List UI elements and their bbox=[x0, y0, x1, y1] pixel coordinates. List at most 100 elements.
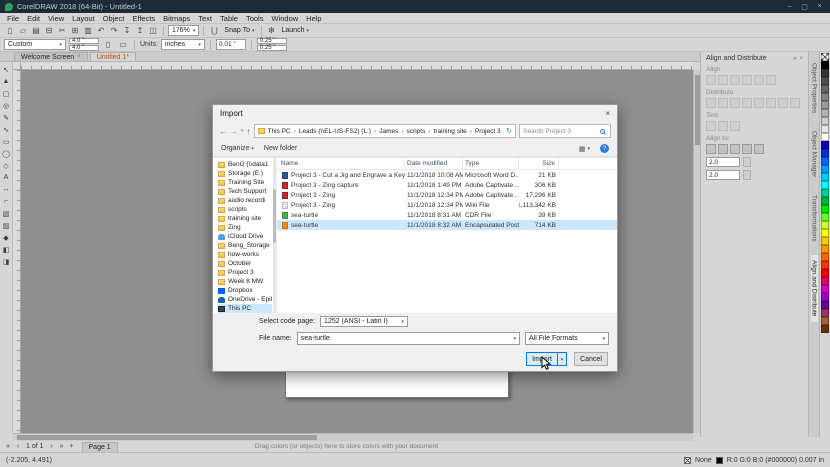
align-to-button[interactable] bbox=[718, 144, 728, 154]
tree-item[interactable]: iCloud Drive bbox=[218, 232, 272, 241]
save-icon[interactable]: ▤ bbox=[30, 25, 42, 37]
copy-icon[interactable]: ⊞ bbox=[69, 25, 81, 37]
dimension-tool[interactable]: ↔ bbox=[1, 184, 12, 195]
transparency-tool[interactable]: ▨ bbox=[1, 220, 12, 231]
cancel-button[interactable]: Cancel bbox=[574, 352, 608, 366]
refresh-icon[interactable]: ↻ bbox=[506, 127, 512, 135]
file-row[interactable]: Project 3 - Zing capture 11/1/2018 1:49 … bbox=[277, 180, 617, 190]
file-type-select[interactable]: All File Formats bbox=[525, 332, 609, 345]
color-swatch[interactable] bbox=[821, 165, 829, 173]
color-swatch[interactable] bbox=[821, 325, 829, 333]
ellipse-tool[interactable]: ◯ bbox=[1, 148, 12, 159]
recent-locations-icon[interactable]: ▾ bbox=[241, 128, 244, 134]
crop-tool[interactable]: ▢ bbox=[1, 88, 12, 99]
menu-item[interactable]: Layout bbox=[68, 14, 99, 23]
menu-item[interactable]: Bitmaps bbox=[159, 14, 194, 23]
last-page-button[interactable]: » bbox=[58, 443, 66, 450]
color-swatch[interactable] bbox=[821, 301, 829, 309]
add-page-button[interactable]: + bbox=[68, 443, 76, 450]
tree-item[interactable]: Zing bbox=[218, 223, 272, 232]
align-to-button[interactable] bbox=[730, 144, 740, 154]
close-tab-icon[interactable]: × bbox=[77, 54, 81, 60]
color-swatch[interactable] bbox=[821, 189, 829, 197]
tree-item[interactable]: This PC bbox=[218, 304, 272, 313]
horizontal-scrollbar[interactable] bbox=[13, 433, 693, 441]
menu-item[interactable]: Effects bbox=[128, 14, 159, 23]
text-align-button[interactable] bbox=[718, 121, 728, 131]
breadcrumb-item[interactable]: Leads (\\EL-US-FS2) (L:) bbox=[299, 128, 379, 135]
drop-shadow-tool[interactable]: ▧ bbox=[1, 208, 12, 219]
options-gear-icon[interactable]: ✻ bbox=[266, 25, 278, 37]
distribute-button[interactable] bbox=[706, 98, 716, 108]
maximize-button[interactable]: ▢ bbox=[799, 3, 810, 11]
tree-item[interactable]: Training Site bbox=[218, 178, 272, 187]
tree-item[interactable]: Tech Support bbox=[218, 187, 272, 196]
stepper-icon[interactable] bbox=[743, 170, 751, 180]
launch-button[interactable]: Launch bbox=[280, 27, 311, 34]
tab-welcome-screen[interactable]: Welcome Screen× bbox=[14, 52, 88, 61]
align-left-button[interactable] bbox=[706, 75, 716, 85]
docker-tab[interactable]: Object Properties bbox=[811, 58, 818, 118]
horizontal-ruler[interactable] bbox=[21, 62, 693, 70]
tree-item[interactable]: October bbox=[218, 259, 272, 268]
color-swatch[interactable] bbox=[821, 229, 829, 237]
artistic-media-tool[interactable]: ∿ bbox=[1, 124, 12, 135]
edge-offset-x-field[interactable]: 2.0 bbox=[706, 157, 740, 167]
text-align-button[interactable] bbox=[730, 121, 740, 131]
cut-icon[interactable]: ✂ bbox=[56, 25, 68, 37]
paste-icon[interactable]: ▥ bbox=[82, 25, 94, 37]
search-input[interactable]: Search Project 3 bbox=[519, 124, 611, 138]
tree-item[interactable]: scripts bbox=[218, 205, 272, 214]
import-button[interactable]: Import bbox=[526, 352, 567, 366]
file-name-input[interactable]: sea-turtle bbox=[297, 332, 520, 345]
tree-item[interactable]: how-works bbox=[218, 250, 272, 259]
menu-item[interactable]: Table bbox=[216, 14, 242, 23]
color-swatch[interactable] bbox=[821, 133, 829, 141]
color-swatch[interactable] bbox=[821, 117, 829, 125]
color-swatch[interactable] bbox=[821, 141, 829, 149]
color-swatch[interactable] bbox=[821, 197, 829, 205]
breadcrumb-item[interactable]: scripts bbox=[407, 128, 434, 135]
connector-tool[interactable]: ⌐ bbox=[1, 196, 12, 207]
color-swatch[interactable] bbox=[821, 253, 829, 261]
zoom-tool[interactable]: ◎ bbox=[1, 100, 12, 111]
import-icon[interactable]: ↧ bbox=[121, 25, 133, 37]
export-icon[interactable]: ↥ bbox=[134, 25, 146, 37]
tree-item[interactable]: BenG (\\data1 bbox=[218, 160, 272, 169]
page-height-field[interactable]: 4.0 " bbox=[69, 45, 99, 51]
ruler-origin[interactable] bbox=[13, 62, 21, 70]
docker-tab[interactable]: Object Manager bbox=[811, 126, 818, 182]
color-swatch[interactable] bbox=[821, 269, 829, 277]
back-button[interactable]: ← bbox=[219, 127, 227, 136]
landscape-button[interactable]: ▭ bbox=[117, 39, 129, 51]
color-swatch[interactable] bbox=[821, 221, 829, 229]
tree-item[interactable]: audio recordi bbox=[218, 196, 272, 205]
file-row[interactable]: sea-turtle 11/1/2018 8:32 AM Encapsulate… bbox=[277, 220, 617, 230]
color-swatch[interactable] bbox=[821, 181, 829, 189]
no-color-swatch[interactable] bbox=[821, 53, 829, 61]
color-swatch[interactable] bbox=[821, 149, 829, 157]
column-header-date-modified[interactable]: Date modified bbox=[405, 158, 463, 169]
edge-offset-y-field[interactable]: 2.0 bbox=[706, 170, 740, 180]
menu-item[interactable]: Text bbox=[194, 14, 216, 23]
distribute-button[interactable] bbox=[730, 98, 740, 108]
text-tool[interactable]: A bbox=[1, 172, 12, 183]
align-center-h-button[interactable] bbox=[718, 75, 728, 85]
new-folder-button[interactable]: New folder bbox=[264, 145, 297, 152]
up-button[interactable]: ↑ bbox=[247, 127, 251, 136]
menu-item[interactable]: Edit bbox=[23, 14, 44, 23]
align-to-button[interactable] bbox=[754, 144, 764, 154]
breadcrumb-item[interactable]: James bbox=[379, 128, 406, 135]
tree-item[interactable]: Project 3 bbox=[218, 268, 272, 277]
open-folder-icon[interactable]: ▱ bbox=[17, 25, 29, 37]
column-header-size[interactable]: Size bbox=[519, 158, 559, 169]
nudge-distance-field[interactable]: 0.01 " bbox=[216, 39, 246, 50]
color-swatch[interactable] bbox=[821, 293, 829, 301]
text-align-button[interactable] bbox=[706, 121, 716, 131]
portrait-button[interactable]: ▯ bbox=[102, 39, 114, 51]
breadcrumb-item[interactable]: This PC bbox=[268, 128, 299, 135]
docker-tab[interactable]: Transformations bbox=[811, 190, 818, 247]
breadcrumb-item[interactable]: training site bbox=[434, 128, 475, 135]
tree-item[interactable]: Storage (E:) bbox=[218, 169, 272, 178]
color-swatch[interactable] bbox=[821, 85, 829, 93]
